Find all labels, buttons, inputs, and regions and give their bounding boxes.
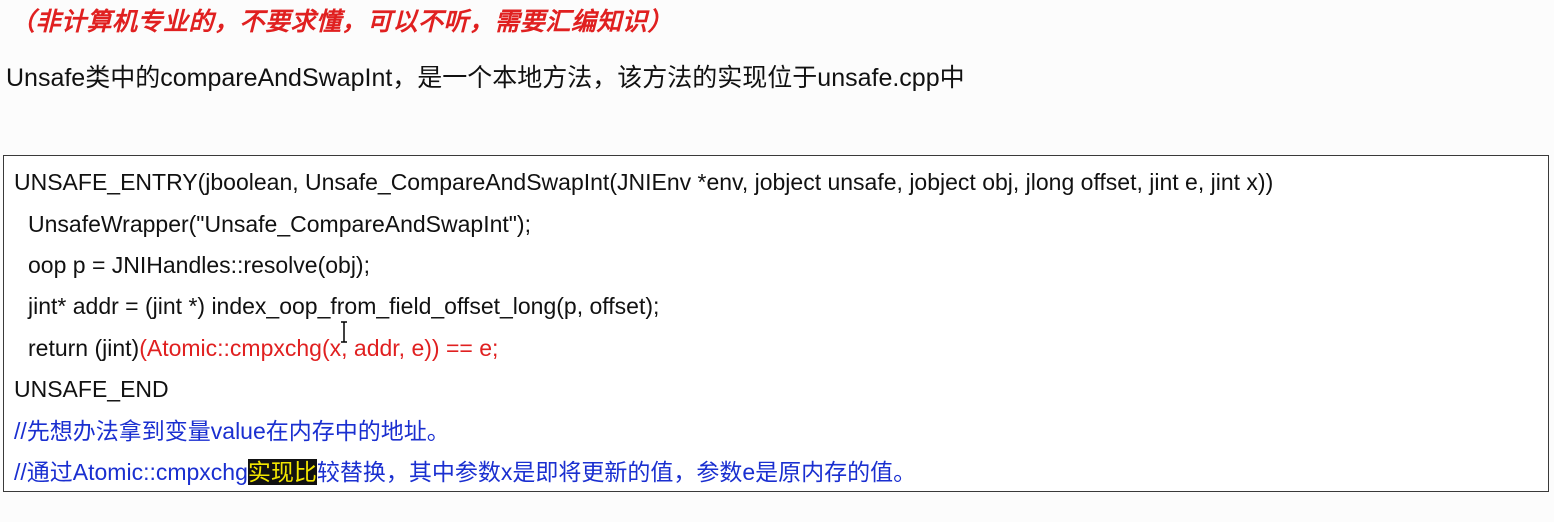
comment-line-1: //先想办法拿到变量value在内存中的地址。	[14, 418, 450, 444]
intro-text: Unsafe类中的compareAndSwapInt，是一个本地方法，该方法的实…	[6, 64, 965, 92]
code-line-1: UNSAFE_ENTRY(jboolean, Unsafe_CompareAnd…	[14, 169, 1274, 195]
code-line-4: jint* addr = (jint *) index_oop_from_fie…	[28, 293, 660, 319]
code-line-3: oop p = JNIHandles::resolve(obj);	[28, 252, 370, 278]
code-line-5-highlight: (Atomic::cmpxchg(x, addr, e)) == e;	[139, 335, 499, 361]
comment-line-2-suffix: 较替换，其中参数x是即将更新的值，参数e是原内存的值。	[316, 459, 917, 485]
text-cursor-icon	[341, 321, 347, 343]
code-line-5: return (jint)(Atomic::cmpxchg(x, addr, e…	[28, 332, 498, 364]
code-line-5-prefix: return (jint)	[28, 335, 140, 361]
code-block: UNSAFE_ENTRY(jboolean, Unsafe_CompareAnd…	[3, 155, 1549, 492]
selected-text[interactable]: 实现比	[247, 459, 317, 485]
comment-line-2-prefix: //通过Atomic::cmpxchg	[14, 459, 248, 485]
comment-line-2: //通过Atomic::cmpxchg实现比较替换，其中参数x是即将更新的值，参…	[14, 456, 916, 488]
warning-note: （非计算机专业的，不要求懂，可以不听，需要汇编知识）	[10, 8, 674, 36]
code-line-6: UNSAFE_END	[14, 376, 169, 402]
code-line-2: UnsafeWrapper("Unsafe_CompareAndSwapInt"…	[28, 211, 531, 237]
